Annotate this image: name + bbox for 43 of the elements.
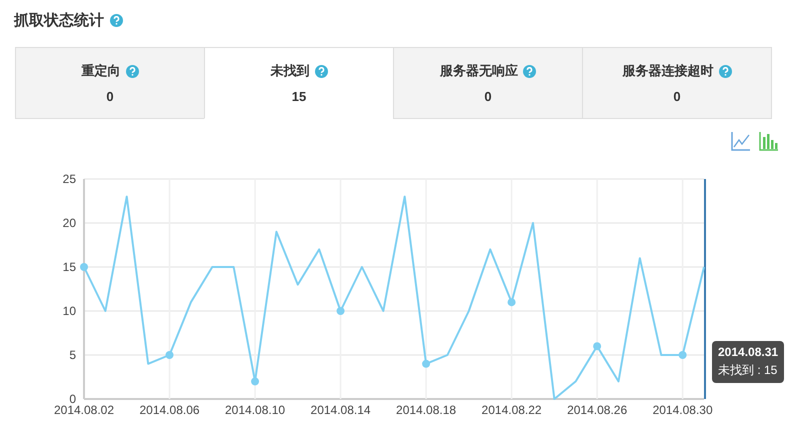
bar-chart-icon[interactable] (759, 131, 779, 151)
y-axis-label: 15 (62, 260, 76, 274)
stat-label: 未找到 (270, 62, 310, 80)
section-title: 抓取状态统计 (14, 10, 104, 30)
line-chart-icon[interactable] (731, 131, 751, 151)
data-point (251, 377, 260, 386)
x-axis-label: 2014.08.06 (139, 403, 200, 417)
help-icon[interactable] (314, 64, 328, 78)
data-point (593, 342, 602, 350)
y-axis-label: 5 (69, 348, 76, 362)
data-point (422, 360, 430, 368)
stat-label: 重定向 (82, 62, 120, 80)
y-axis-label: 25 (62, 172, 76, 186)
data-point (678, 351, 687, 359)
help-icon[interactable] (718, 64, 732, 78)
y-axis-label: 0 (69, 392, 76, 406)
data-point (166, 351, 174, 359)
x-axis-label: 2014.08.18 (396, 403, 456, 417)
data-point (80, 263, 88, 271)
x-axis-label: 2014.08.30 (652, 403, 713, 417)
x-axis-label: 2014.08.02 (54, 403, 114, 417)
stat-label: 服务器连接超时 (622, 62, 714, 80)
stat-value: 0 (673, 89, 681, 104)
stat-value: 0 (484, 89, 492, 104)
stat-tab[interactable]: 重定向 0 (16, 48, 204, 119)
x-axis-label: 2014.08.10 (225, 403, 286, 417)
help-icon[interactable] (523, 64, 536, 78)
help-icon[interactable] (110, 14, 123, 26)
stat-value: 15 (292, 89, 306, 104)
x-axis-label: 2014.08.22 (482, 403, 542, 417)
y-axis-label: 10 (62, 304, 76, 318)
y-axis-label: 20 (62, 216, 76, 230)
x-axis-label: 2014.08.26 (567, 403, 628, 417)
x-axis-label: 2014.08.14 (310, 403, 371, 417)
data-point (336, 307, 345, 315)
stat-label: 服务器无响应 (440, 62, 518, 80)
data-point (508, 298, 516, 306)
help-icon[interactable] (126, 64, 138, 78)
stat-tab[interactable]: 服务器连接超时 0 (582, 48, 771, 119)
stat-value: 0 (106, 89, 114, 104)
tooltip-title: 2014.08.31 (718, 345, 778, 359)
stat-tab[interactable]: 服务器无响应 0 (393, 48, 582, 119)
tooltip-value: 未找到 : 15 (718, 362, 778, 379)
